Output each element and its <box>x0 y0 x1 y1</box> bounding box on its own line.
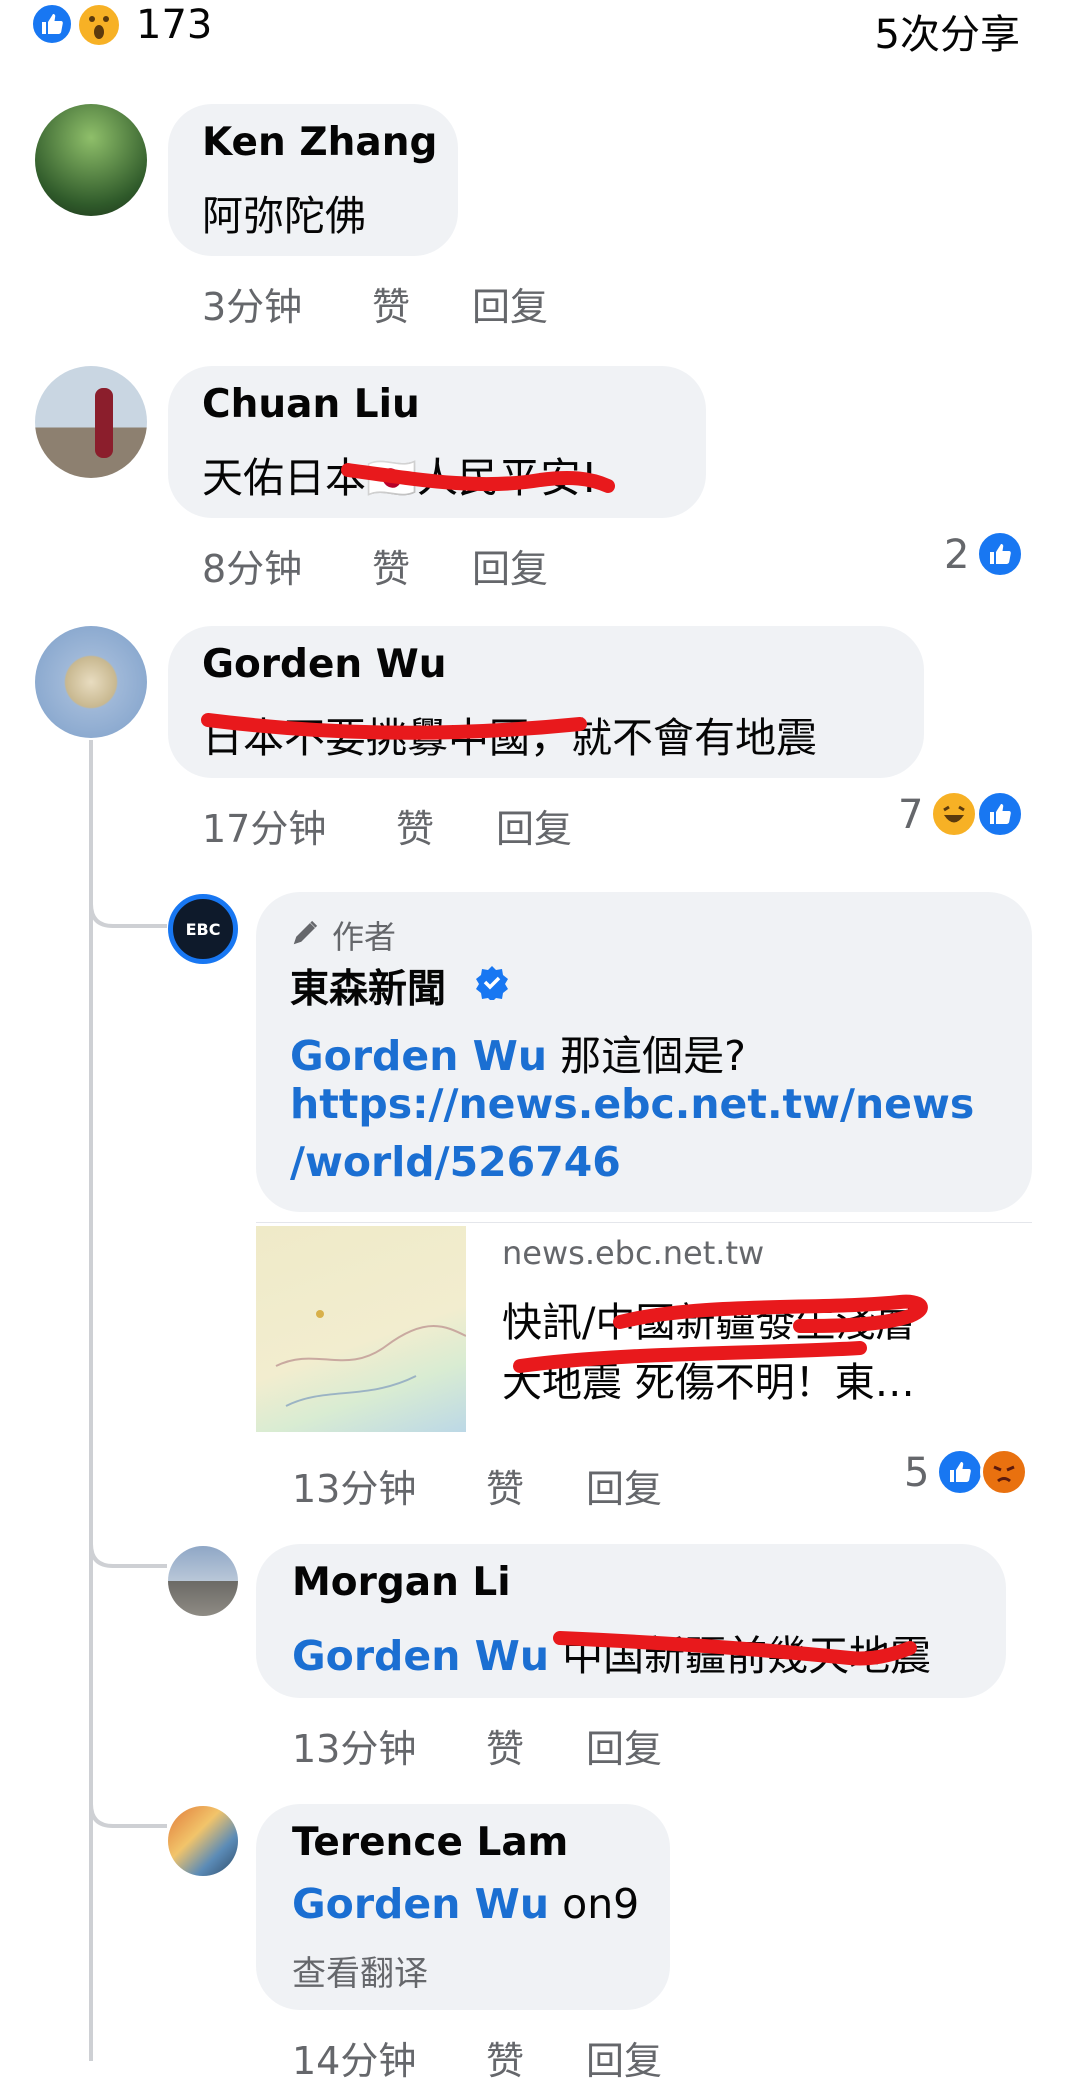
comment-time: 13分钟 <box>292 1467 417 1511</box>
avatar[interactable] <box>35 104 147 216</box>
comment-text: Gorden Wu on9 <box>292 1880 640 1928</box>
comment-time: 14分钟 <box>292 2039 417 2083</box>
reaction-count[interactable]: 5 <box>904 1450 929 1496</box>
avatar[interactable] <box>35 626 147 738</box>
reply-button[interactable]: 回复 <box>496 798 572 853</box>
comment-author[interactable]: Ken Zhang <box>202 120 437 165</box>
avatar[interactable]: EBC <box>168 894 238 964</box>
like-reaction-icon <box>976 530 1024 578</box>
like-reaction-icon <box>936 1448 984 1496</box>
url-link[interactable]: https://news.ebc.net.tw/news <box>290 1080 974 1128</box>
comment-author[interactable]: Gorden Wu <box>202 642 447 687</box>
angry-reaction-icon <box>980 1448 1028 1496</box>
like-button[interactable]: 赞 <box>486 1718 524 1773</box>
mention-link[interactable]: Gorden Wu <box>292 1632 549 1680</box>
mention-link[interactable]: Gorden Wu <box>292 1880 549 1928</box>
author-badge: 作者 <box>332 918 397 956</box>
preview-map-image <box>256 1226 467 1432</box>
strikethrough-mark <box>201 713 587 740</box>
like-button[interactable]: 赞 <box>396 798 434 853</box>
reaction-count[interactable]: 2 <box>944 532 969 578</box>
comment-time: 13分钟 <box>292 1727 417 1771</box>
comment-author[interactable]: Terence Lam <box>292 1820 568 1865</box>
reply-button[interactable]: 回复 <box>586 1718 662 1773</box>
avatar[interactable] <box>35 366 147 478</box>
reply-button[interactable]: 回复 <box>472 276 548 331</box>
share-count[interactable]: 5次分享 <box>875 2 1020 60</box>
comment-author[interactable]: 東森新聞 <box>290 958 446 1014</box>
reply-button[interactable]: 回复 <box>472 538 548 593</box>
avatar[interactable] <box>168 1546 238 1616</box>
like-button[interactable]: 赞 <box>486 2030 524 2085</box>
strikethrough-mark <box>513 1294 928 1373</box>
like-button[interactable]: 赞 <box>372 276 410 331</box>
mention-link[interactable]: Gorden Wu <box>290 1032 547 1080</box>
url-link[interactable]: /world/526746 <box>290 1138 621 1186</box>
comment-author[interactable]: Morgan Li <box>292 1560 511 1605</box>
reaction-count[interactable]: 7 <box>898 792 923 838</box>
comment-time: 3分钟 <box>202 285 303 329</box>
comment-author[interactable]: Chuan Liu <box>202 382 420 427</box>
comment-time: 17分钟 <box>202 807 327 851</box>
translate-link[interactable]: 查看翻译 <box>292 1946 428 1995</box>
pencil-icon <box>293 920 318 945</box>
like-reaction-icon <box>30 2 74 46</box>
comment-text: 阿弥陀佛 <box>202 192 366 240</box>
like-button[interactable]: 赞 <box>486 1458 524 1513</box>
like-reaction-icon <box>976 790 1024 838</box>
strikethrough-mark <box>341 463 615 493</box>
comment-time: 8分钟 <box>202 547 303 591</box>
thread-connector <box>89 1520 167 1568</box>
reaction-count[interactable]: 173 <box>136 2 212 48</box>
reply-button[interactable]: 回复 <box>586 1458 662 1513</box>
verified-badge-icon <box>474 964 510 1002</box>
avatar[interactable] <box>168 1806 238 1876</box>
reply-button[interactable]: 回复 <box>586 2030 662 2085</box>
comment-text: Gorden Wu 那這個是? <box>290 1032 746 1080</box>
haha-reaction-icon <box>930 790 978 838</box>
thread-connector <box>89 880 167 928</box>
preview-domain: news.ebc.net.tw <box>502 1234 765 1272</box>
strikethrough-mark <box>553 1631 917 1666</box>
like-button[interactable]: 赞 <box>372 538 410 593</box>
wow-reaction-icon <box>76 2 122 48</box>
thread-connector <box>89 1780 167 1828</box>
